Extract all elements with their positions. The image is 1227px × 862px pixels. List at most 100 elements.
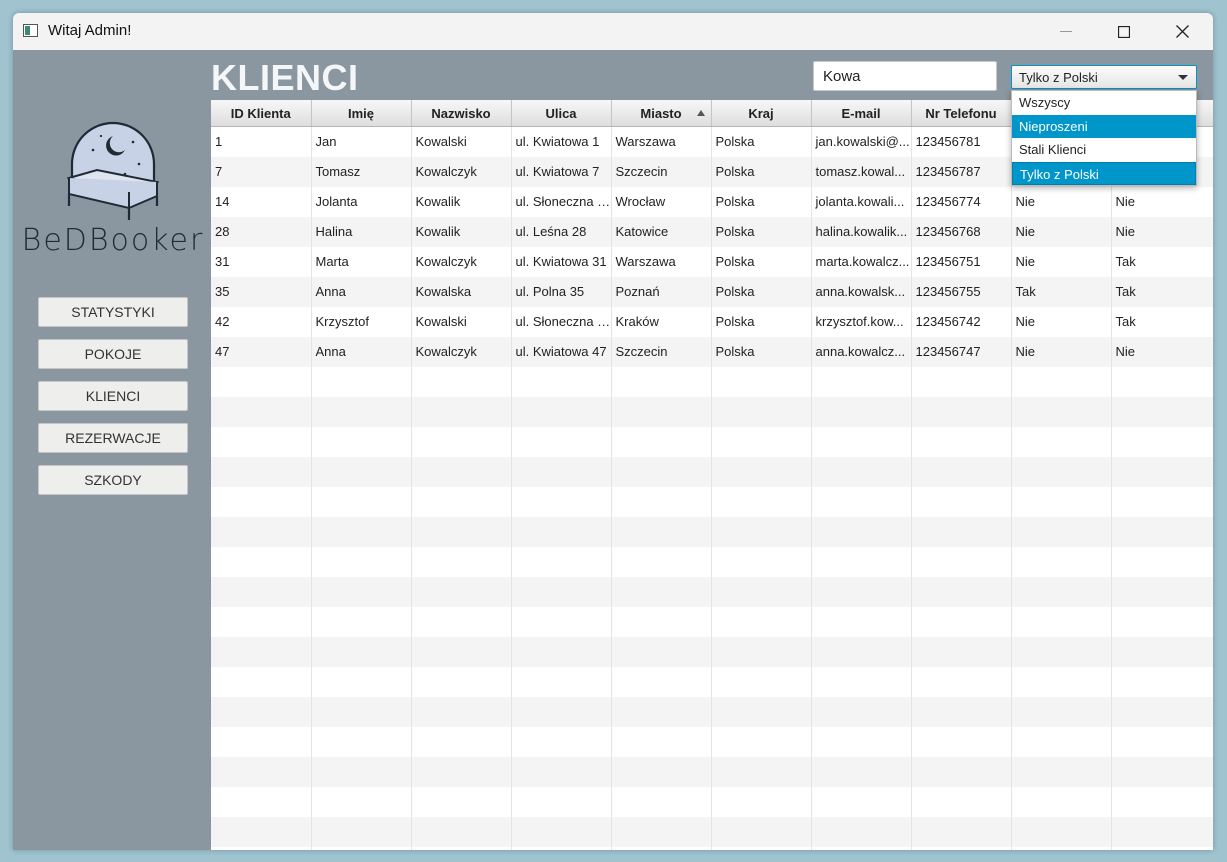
table-cell bbox=[1111, 516, 1213, 547]
table-cell: Nie bbox=[1111, 336, 1213, 367]
table-row[interactable] bbox=[211, 816, 1213, 847]
table-cell: Nie bbox=[1011, 246, 1112, 277]
nav-button-klienci[interactable]: KLIENCI bbox=[38, 381, 188, 411]
table-cell bbox=[911, 636, 1012, 667]
table-cell bbox=[1011, 606, 1112, 637]
table-cell: 123456781 bbox=[911, 126, 1012, 157]
close-button[interactable] bbox=[1153, 13, 1211, 50]
filter-select[interactable]: Tylko z Polski bbox=[1011, 65, 1197, 89]
table-cell: ul. Słoneczna 42 bbox=[511, 306, 612, 337]
table-cell bbox=[611, 366, 712, 397]
table-cell bbox=[711, 576, 812, 607]
table-cell: 123456787 bbox=[911, 156, 1012, 187]
table-row[interactable]: 31 Marta Kowalczyk ul. Kwiatowa 31 Warszawa P… bbox=[211, 246, 1213, 277]
column-header-email[interactable]: E-mail bbox=[811, 100, 912, 127]
table-row[interactable]: 47 Anna Kowalczyk ul. Kwiatowa 47 Szczecin Po… bbox=[211, 336, 1213, 367]
table-cell bbox=[411, 396, 512, 427]
table-row[interactable]: 28 Halina Kowalik ul. Leśna 28 Katowice Polsk… bbox=[211, 216, 1213, 247]
filter-option-tylko-z-polski[interactable]: Tylko z Polski bbox=[1012, 161, 1196, 185]
table-cell: 42 bbox=[211, 306, 312, 337]
table-row[interactable] bbox=[211, 786, 1213, 817]
table-cell bbox=[411, 456, 512, 487]
app-icon bbox=[23, 24, 38, 37]
table-row[interactable] bbox=[211, 396, 1213, 427]
table-cell bbox=[811, 576, 912, 607]
table-cell: Nie bbox=[1011, 216, 1112, 247]
table-row[interactable] bbox=[211, 726, 1213, 757]
table-cell bbox=[911, 756, 1012, 787]
table-row[interactable] bbox=[211, 696, 1213, 727]
table-cell bbox=[811, 486, 912, 517]
table-cell: Kowalczyk bbox=[411, 336, 512, 367]
table-cell bbox=[211, 486, 312, 517]
table-cell bbox=[211, 816, 312, 847]
table-cell bbox=[611, 636, 712, 667]
table-cell bbox=[411, 726, 512, 757]
table-cell bbox=[711, 756, 812, 787]
table-cell bbox=[211, 366, 312, 397]
table-cell bbox=[211, 516, 312, 547]
nav-button-rezerwacje[interactable]: REZERWACJE bbox=[38, 423, 188, 453]
column-header-id[interactable]: ID Klienta bbox=[211, 100, 312, 127]
table-cell: Jan bbox=[311, 126, 412, 157]
table-cell: 1 bbox=[211, 126, 312, 157]
table-row[interactable]: 35 Anna Kowalska ul. Polna 35 Poznań Polska an… bbox=[211, 276, 1213, 307]
table-row[interactable] bbox=[211, 636, 1213, 667]
nav-button-statystyki[interactable]: STATYSTYKI bbox=[38, 297, 188, 327]
filter-option-nieproszeni[interactable]: Nieproszeni bbox=[1012, 114, 1196, 138]
table-row[interactable] bbox=[211, 666, 1213, 697]
table-cell bbox=[811, 366, 912, 397]
filter-option-wszyscy[interactable]: Wszyscy bbox=[1012, 91, 1196, 115]
minimize-button[interactable] bbox=[1037, 13, 1095, 50]
table-row[interactable] bbox=[211, 456, 1213, 487]
column-header-miasto[interactable]: Miasto bbox=[611, 100, 712, 127]
table-cell bbox=[1011, 546, 1112, 577]
column-header-telefon[interactable]: Nr Telefonu bbox=[911, 100, 1012, 127]
table-cell bbox=[311, 606, 412, 637]
table-cell: jan.kowalski@... bbox=[811, 126, 912, 157]
table-row[interactable] bbox=[211, 756, 1213, 787]
maximize-button[interactable] bbox=[1095, 13, 1153, 50]
table-cell bbox=[1111, 396, 1213, 427]
table-row[interactable] bbox=[211, 546, 1213, 577]
table-row[interactable]: 14 Jolanta Kowalik ul. Słoneczna 14 Wrocław P… bbox=[211, 186, 1213, 217]
nav-button-pokoje[interactable]: POKOJE bbox=[38, 339, 188, 369]
table-row[interactable] bbox=[211, 366, 1213, 397]
table-row[interactable] bbox=[211, 606, 1213, 637]
table-row[interactable] bbox=[211, 516, 1213, 547]
table-cell bbox=[211, 396, 312, 427]
table-cell: marta.kowalcz... bbox=[811, 246, 912, 277]
table-row[interactable]: 42 Krzysztof Kowalski ul. Słoneczna 42 Krakó… bbox=[211, 306, 1213, 337]
table-cell: Anna bbox=[311, 276, 412, 307]
table-cell bbox=[711, 366, 812, 397]
table-cell bbox=[811, 396, 912, 427]
window-title: Witaj Admin! bbox=[48, 22, 132, 39]
table-cell bbox=[711, 666, 812, 697]
table-cell bbox=[711, 846, 812, 850]
column-header-kraj[interactable]: Kraj bbox=[711, 100, 812, 127]
table-row[interactable] bbox=[211, 576, 1213, 607]
column-header-ulica[interactable]: Ulica bbox=[511, 100, 612, 127]
table-cell bbox=[511, 426, 612, 457]
table-cell bbox=[611, 576, 712, 607]
close-icon bbox=[1175, 25, 1189, 38]
table-cell bbox=[1011, 576, 1112, 607]
table-row[interactable] bbox=[211, 486, 1213, 517]
table-row[interactable] bbox=[211, 846, 1213, 850]
table-row[interactable] bbox=[211, 426, 1213, 457]
column-header-nazwisko[interactable]: Nazwisko bbox=[411, 100, 512, 127]
filter-option-stali-klienci[interactable]: Stali Klienci bbox=[1012, 138, 1196, 162]
table-cell: Warszawa bbox=[611, 246, 712, 277]
table-cell bbox=[611, 696, 712, 727]
table-cell bbox=[311, 696, 412, 727]
table-cell bbox=[811, 636, 912, 667]
table-cell bbox=[511, 396, 612, 427]
logo-text: BeDBooker bbox=[21, 223, 205, 258]
nav-button-szkody[interactable]: SZKODY bbox=[38, 465, 188, 495]
minimize-icon bbox=[1060, 30, 1072, 32]
table-cell bbox=[211, 726, 312, 757]
column-header-imie[interactable]: Imię bbox=[311, 100, 412, 127]
search-input[interactable] bbox=[813, 61, 997, 91]
table-cell: Kowalski bbox=[411, 126, 512, 157]
table-cell bbox=[1111, 576, 1213, 607]
